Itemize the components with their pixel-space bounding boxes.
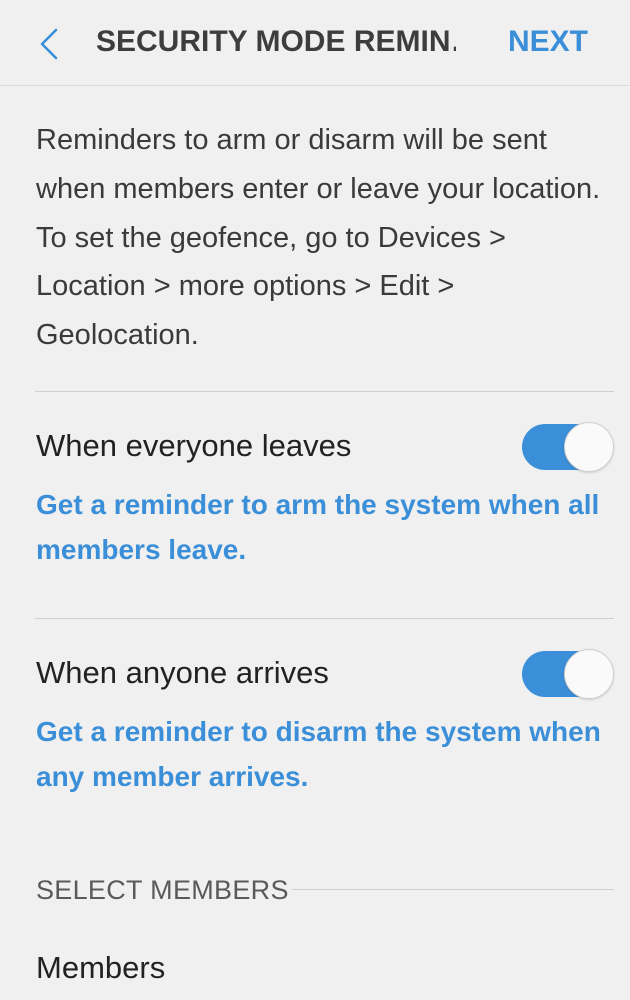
back-button[interactable] bbox=[30, 24, 70, 64]
description-text: Reminders to arm or disarm will be sent … bbox=[36, 124, 601, 352]
toggle-everyone-leaves[interactable] bbox=[522, 421, 614, 473]
reminder-subtitle-arrives: Get a reminder to disarm the system when… bbox=[36, 716, 601, 792]
reminder-title-arrives: When anyone arrives bbox=[36, 655, 329, 690]
divider bbox=[35, 391, 614, 392]
divider bbox=[35, 618, 614, 619]
toggle-knob bbox=[564, 422, 614, 472]
section-header-select-members: SELECT MEMBERS bbox=[36, 875, 289, 905]
toggle-anyone-arrives[interactable] bbox=[522, 648, 614, 700]
section-divider bbox=[292, 889, 614, 890]
next-button[interactable]: NEXT bbox=[508, 22, 588, 62]
toggle-knob bbox=[564, 649, 614, 699]
chevron-left-icon bbox=[40, 28, 58, 60]
reminder-subtitle-leaves: Get a reminder to arm the system when al… bbox=[36, 489, 600, 565]
app-header: SECURITY MODE REMIN… NEXT bbox=[0, 0, 630, 86]
reminder-title-leaves: When everyone leaves bbox=[36, 428, 352, 463]
members-item[interactable]: Members bbox=[36, 948, 165, 988]
page-title: SECURITY MODE REMIN… bbox=[96, 25, 456, 58]
